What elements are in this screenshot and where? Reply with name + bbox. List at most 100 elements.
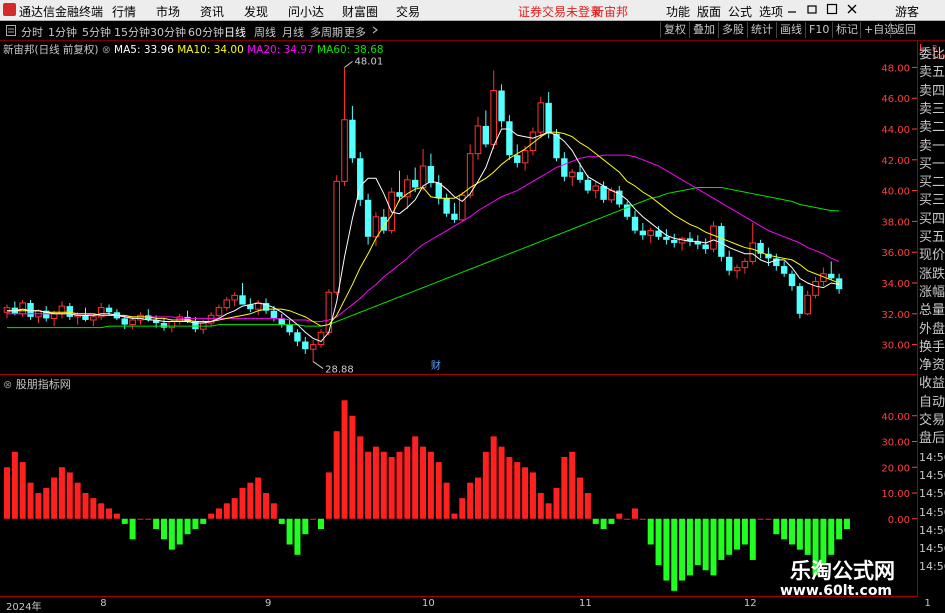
indicator-bar [702,518,709,571]
indicator-bar [270,503,277,519]
candle-body [718,226,725,257]
indicator-bar [74,482,81,519]
indicator-bar [459,498,466,519]
sidebar-field[interactable]: 自动 [919,394,945,412]
kline-chart[interactable]: 48.00 46.00 44.00 42.00 40.00 38.00 36.00 34.00… [0,0,945,609]
indicator-bar [404,446,411,519]
indicator-bar [357,436,364,519]
sidebar-field[interactable]: 买二 [919,174,945,192]
indicator-bar [843,518,850,530]
ma5-label: MA5: 33.96 [114,44,174,56]
sidebar-field[interactable]: 买三 [919,192,945,210]
indicator-bar [263,493,270,519]
sidebar-field[interactable]: 卖五 [919,64,945,82]
indicator-bar [161,518,167,540]
sidebar-field[interactable]: 买一 [919,156,945,174]
indicator-bar [286,518,293,545]
sidebar-field[interactable]: 14:56 [919,449,945,467]
indicator-bar [365,451,372,519]
indicator-tick-label: 20.00 [881,463,910,474]
price-tick-label: 30.00 [881,341,910,352]
sidebar-field[interactable]: 换手 [919,339,945,357]
price-tick-label: 44.00 [881,125,910,136]
ma60-line [7,187,840,329]
sidebar-field[interactable]: 卖四 [919,83,945,101]
indicator-bar [451,513,458,519]
sidebar-field[interactable]: 涨跌 [919,266,945,284]
indicator-tick-label: 30.00 [881,438,910,449]
candle-body [254,302,262,310]
indicator-bar [694,518,701,566]
price-tick-label: 46.00 [881,94,910,105]
sidebar-field[interactable]: 盘后 [919,430,945,448]
indicator-bar [294,518,301,555]
sidebar-field[interactable]: 外盘 [919,321,945,339]
indicator-bar [529,472,536,519]
sidebar-field[interactable]: 总量 [919,302,945,320]
sidebar-field[interactable]: 现价 [919,247,945,265]
ma20-label: MA20: 34.97 [247,44,314,56]
price-tick-label: 32.00 [881,310,910,321]
sidebar-field[interactable]: 卖二 [919,119,945,137]
candle-body [545,102,552,134]
candle-body [812,280,819,296]
indicator-bar [773,518,780,535]
indicator-bar [231,498,238,519]
candle-body [160,323,168,328]
sidebar-field[interactable]: 14:56 [919,467,945,485]
sidebar-field[interactable]: 涨幅 [919,284,945,302]
finance-marker: 财 [431,359,441,372]
candle-body [105,307,113,313]
price-tick-label: 36.00 [881,248,910,259]
indicator-bar [137,518,144,520]
candle-body [710,225,717,250]
sidebar-field[interactable]: 卖一 [919,138,945,156]
sidebar-field[interactable]: 委比 [919,46,945,64]
indicator-bar [98,503,105,519]
legend-toggle-icon[interactable]: ⊗ [102,44,111,56]
candle-body [396,192,403,197]
sidebar-field[interactable]: 卖三 [919,101,945,119]
indicator-bar [710,518,717,576]
candle-body [223,299,231,309]
indicator-bar [726,518,733,555]
price-tick-label: 40.00 [881,187,910,198]
indicator-bar [35,493,42,519]
candle-body [168,321,176,329]
indicator-bar [121,518,128,524]
candle-body [741,260,749,269]
sidebar-field[interactable]: 14:56 [919,485,945,503]
indicator-bar [828,518,835,555]
indicator-bar [4,467,10,519]
indicator-bar [514,462,521,519]
indicator-bar [223,503,230,519]
indicator-bar [490,436,497,519]
sidebar-field[interactable]: 买五 [919,229,945,247]
indicator-bar [318,518,324,530]
candle-body [702,244,709,250]
ma-legend: 新宙邦(日线 前复权) ⊗ MA5: 33.96 MA10: 34.00 MA2… [3,42,384,57]
candle-body [600,185,607,200]
ma60-label: MA60: 38.68 [317,44,384,56]
indicator-bar [545,503,552,519]
indicator-tick-label: 0.00 [888,515,910,526]
candle-body [309,344,317,350]
indicator-bar [836,518,843,540]
sidebar-field[interactable]: 14:56 [919,504,945,522]
sidebar-field[interactable]: 14:56 [919,522,945,540]
indicator-bar [333,431,340,519]
indicator-name: 股朋指标网 [15,378,71,391]
sidebar-field[interactable]: 收益 [919,375,945,393]
price-tick-label: 48.00 [881,63,910,74]
indicator-bar [427,451,434,519]
sidebar-field[interactable]: 净资 [919,357,945,375]
indicator-bar [616,513,623,519]
indicator-bar [498,446,505,519]
indicator-toggle-icon[interactable]: ⊗ [3,378,12,391]
candle-body [490,90,497,145]
indicator-bar [176,518,183,545]
sidebar-field[interactable]: 交易 [919,412,945,430]
sidebar-field[interactable]: 买四 [919,211,945,229]
indicator-bar [145,518,152,520]
candle-body [561,158,568,177]
